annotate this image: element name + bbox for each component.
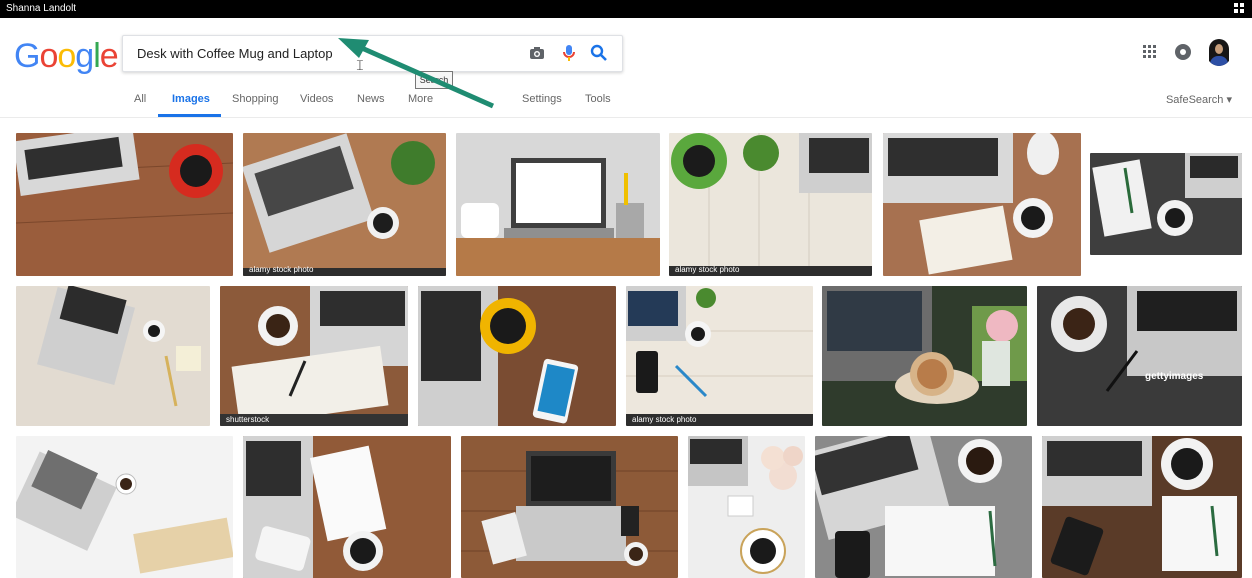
- tab-all[interactable]: All: [134, 93, 146, 105]
- text-cursor-icon: 𝙸: [355, 57, 365, 73]
- search-box[interactable]: Desk with Coffee Mug and Laptop: [122, 35, 623, 72]
- search-icon[interactable]: [590, 44, 608, 62]
- image-result[interactable]: [461, 436, 678, 578]
- image-result[interactable]: [815, 436, 1032, 578]
- search-tooltip: Search: [415, 71, 453, 89]
- image-result[interactable]: [822, 286, 1027, 426]
- image-result[interactable]: [16, 133, 233, 276]
- logo-letter: G: [14, 37, 40, 75]
- tab-news[interactable]: News: [357, 93, 385, 105]
- image-result[interactable]: alamy stock photo: [626, 286, 813, 426]
- notifications-icon[interactable]: [1175, 44, 1191, 60]
- tab-shopping[interactable]: Shopping: [232, 93, 279, 105]
- image-result[interactable]: [688, 436, 805, 578]
- tab-more[interactable]: More: [408, 93, 433, 105]
- menu-grid-icon[interactable]: [1234, 3, 1246, 14]
- image-result[interactable]: alamy stock photo: [669, 133, 872, 276]
- watermark: alamy stock photo: [675, 265, 740, 274]
- tab-tools[interactable]: Tools: [585, 93, 611, 105]
- microphone-icon[interactable]: [560, 44, 578, 62]
- window-title-bar: Shanna Landolt: [0, 0, 1252, 18]
- tab-settings[interactable]: Settings: [522, 93, 562, 105]
- avatar[interactable]: [1206, 38, 1232, 66]
- tab-videos[interactable]: Videos: [300, 93, 333, 105]
- watermark: alamy stock photo: [632, 415, 697, 424]
- user-name: Shanna Landolt: [6, 3, 77, 14]
- image-result[interactable]: [456, 133, 660, 276]
- watermark: shutterstock: [226, 415, 270, 424]
- search-input[interactable]: Desk with Coffee Mug and Laptop: [137, 46, 333, 61]
- image-result[interactable]: gettyimages: [1037, 286, 1242, 426]
- logo-letter: g: [75, 37, 94, 75]
- tab-images[interactable]: Images: [172, 93, 210, 105]
- safesearch-toggle[interactable]: SafeSearch ▾: [1166, 93, 1232, 106]
- image-result[interactable]: alamy stock photo: [243, 133, 446, 276]
- watermark: alamy stock photo: [249, 265, 314, 274]
- image-result[interactable]: [1042, 436, 1242, 578]
- tabs-divider: [0, 117, 1252, 118]
- image-result[interactable]: [16, 286, 210, 426]
- logo-letter: e: [99, 37, 119, 75]
- image-result[interactable]: [883, 133, 1081, 276]
- apps-icon[interactable]: [1143, 45, 1157, 59]
- logo-letter: o: [39, 37, 58, 75]
- image-result[interactable]: [418, 286, 616, 426]
- google-logo[interactable]: Google: [14, 37, 119, 76]
- image-result[interactable]: shutterstock: [220, 286, 408, 426]
- logo-letter: o: [57, 37, 76, 75]
- camera-icon[interactable]: [528, 44, 546, 62]
- search-tabs: All Images Shopping Videos News More Set…: [0, 90, 1252, 116]
- watermark: gettyimages: [1145, 371, 1204, 382]
- image-result[interactable]: [1090, 153, 1242, 255]
- image-result[interactable]: [16, 436, 233, 578]
- image-result[interactable]: [243, 436, 451, 578]
